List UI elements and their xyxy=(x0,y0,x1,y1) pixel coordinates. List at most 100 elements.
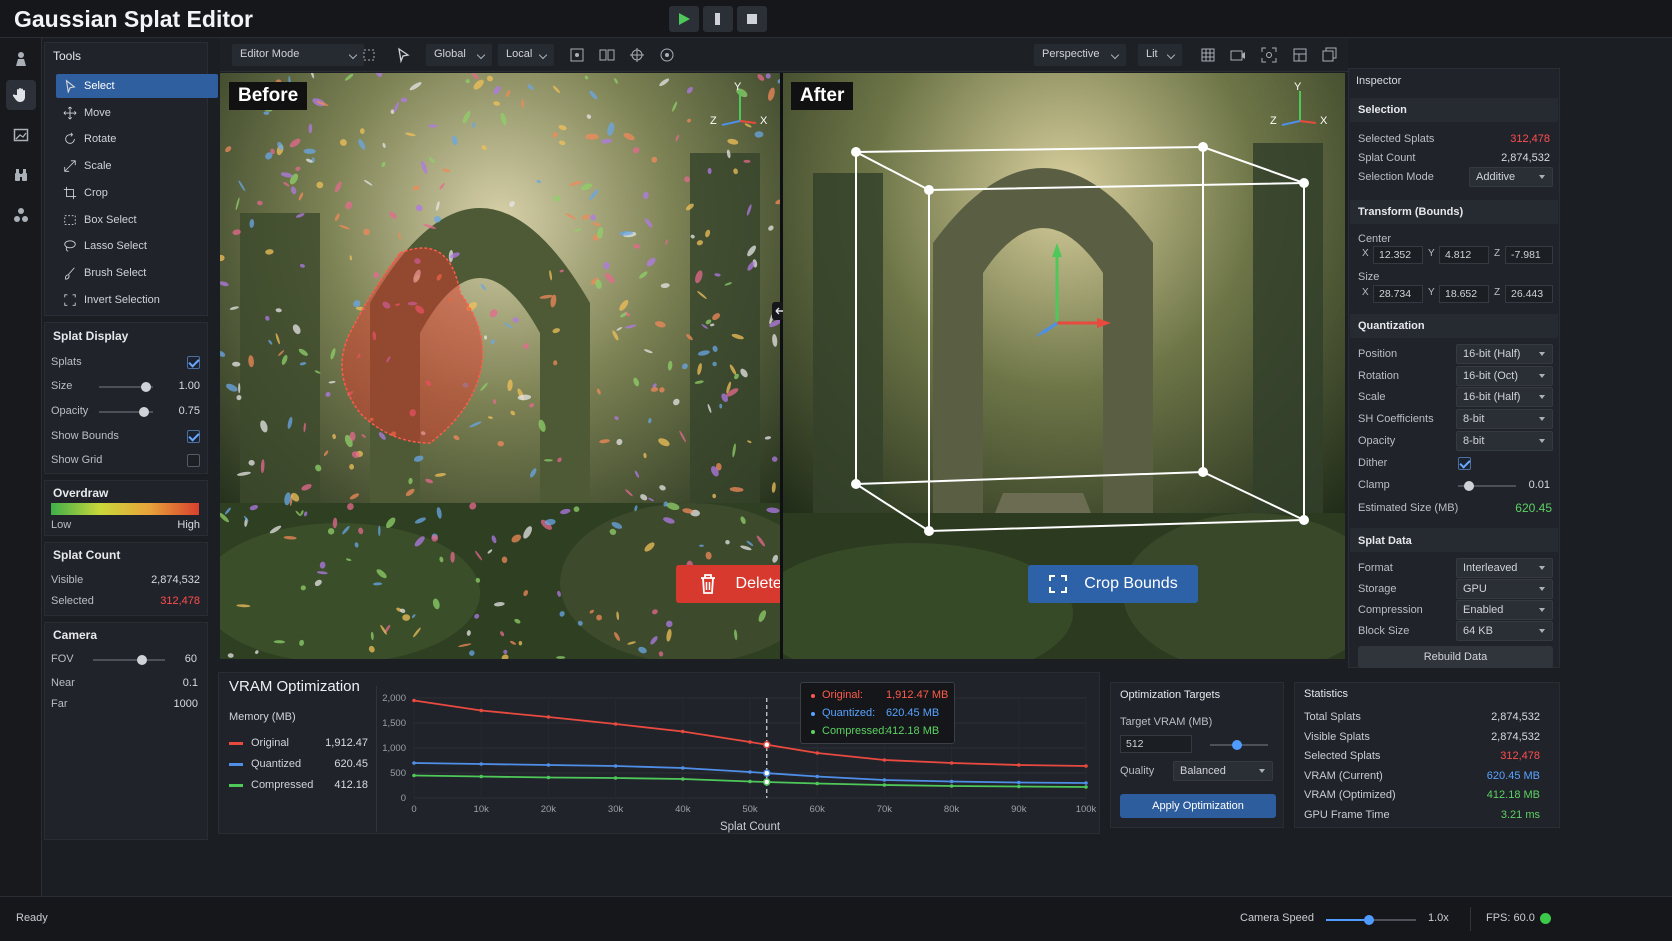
align-icon[interactable] xyxy=(598,46,616,64)
series-point-compressed xyxy=(1017,784,1021,789)
quantization-header: Quantization xyxy=(1358,320,1425,332)
pause-button[interactable] xyxy=(703,6,733,32)
size-y-input[interactable]: 18.652 xyxy=(1439,285,1489,303)
size-slider[interactable] xyxy=(99,382,153,392)
rotate-icon xyxy=(65,132,75,145)
nodes-tool[interactable] xyxy=(6,200,36,230)
sh-select[interactable]: 8-bit xyxy=(1456,409,1553,429)
series-point-quantized xyxy=(681,766,685,770)
selection-mode-select[interactable]: Additive xyxy=(1469,167,1553,187)
mode-option-icon[interactable] xyxy=(360,46,378,64)
projection-select[interactable]: Perspective xyxy=(1034,44,1126,66)
position-select[interactable]: 16-bit (Half) xyxy=(1456,344,1553,364)
grid-icon[interactable] xyxy=(1199,46,1217,64)
scale-select[interactable]: 16-bit (Half) xyxy=(1456,387,1553,407)
splats-checkbox[interactable] xyxy=(187,356,200,369)
center-z-input[interactable]: -7.981 xyxy=(1505,246,1553,264)
size-value: 1.00 xyxy=(178,380,200,392)
window-icon[interactable] xyxy=(1320,46,1338,64)
block-size-select[interactable]: 64 KB xyxy=(1456,621,1553,641)
show-bounds-checkbox[interactable] xyxy=(187,430,200,443)
tool-box-select[interactable]: Box Select xyxy=(56,208,218,232)
far-value: 1000 xyxy=(173,698,198,710)
play-button[interactable] xyxy=(669,6,699,32)
crop-bounds-button[interactable]: Crop Bounds xyxy=(1028,565,1198,603)
snap-icon[interactable] xyxy=(568,46,586,64)
tool-brush-select[interactable]: Brush Select xyxy=(56,261,218,285)
fov-slider[interactable] xyxy=(93,655,165,665)
tool-crop[interactable]: Crop xyxy=(56,181,218,205)
format-select[interactable]: Interleaved xyxy=(1456,558,1553,578)
cursor-marker-quantized xyxy=(763,769,771,777)
tool-lasso-select[interactable]: Lasso Select xyxy=(56,234,218,258)
size-x-input[interactable]: 28.734 xyxy=(1373,285,1423,303)
binoculars-tool[interactable] xyxy=(6,160,36,190)
target-vram-slider[interactable] xyxy=(1210,740,1268,750)
center-y-input[interactable]: 4.812 xyxy=(1439,246,1489,264)
center-x-input[interactable]: 12.352 xyxy=(1373,246,1423,264)
camera-icon[interactable] xyxy=(1229,46,1247,64)
rotation-select[interactable]: 16-bit (Oct) xyxy=(1456,366,1553,386)
nodes-icon xyxy=(14,208,28,222)
storage-select[interactable]: GPU xyxy=(1456,579,1553,599)
tool-label: Invert Selection xyxy=(84,293,160,306)
estimated-size-label: Estimated Size (MB) xyxy=(1358,502,1459,514)
apply-optimization-button[interactable]: Apply Optimization xyxy=(1120,794,1276,818)
series-point-compressed xyxy=(681,777,685,781)
center-x-label: X xyxy=(1362,248,1369,259)
opacity-quant-select[interactable]: 8-bit xyxy=(1456,431,1553,451)
sh-label: SH Coefficients xyxy=(1358,413,1434,425)
global-space-select[interactable]: Global xyxy=(426,44,492,66)
delete-selected-button[interactable]: Delete Selected xyxy=(676,565,780,603)
camera-header: Camera xyxy=(53,628,98,642)
tool-scale[interactable]: Scale xyxy=(56,154,218,178)
tooltip-value: 412.18 MB xyxy=(886,725,940,737)
network-icon[interactable] xyxy=(658,46,676,64)
camera-speed-slider[interactable] xyxy=(1326,915,1416,925)
y-tick-label: 1,000 xyxy=(382,743,406,754)
cursor-toolbar-icon[interactable] xyxy=(394,46,412,64)
tool-move[interactable]: Move xyxy=(56,101,218,125)
after-viewport[interactable]: After Y Z X Crop Bounds xyxy=(783,73,1345,659)
clamp-slider[interactable] xyxy=(1458,481,1516,491)
splat-count-header: Splat Count xyxy=(53,548,121,562)
stop-button[interactable] xyxy=(737,6,767,32)
editor-mode-select[interactable]: Editor Mode xyxy=(232,44,364,66)
tool-rotate[interactable]: Rotate xyxy=(56,127,218,151)
image-tool[interactable] xyxy=(6,120,36,150)
series-point-original xyxy=(882,758,887,762)
vram-header: VRAM Optimization xyxy=(229,678,360,695)
lasso-icon xyxy=(64,240,76,252)
opacity-slider[interactable] xyxy=(99,407,153,417)
overdraw-gradient xyxy=(51,503,199,515)
series-point-original xyxy=(1017,763,1021,767)
splat-data-header: Splat Data xyxy=(1358,535,1412,547)
tool-select[interactable]: Select xyxy=(56,74,218,98)
vram-chart[interactable]: 0 500 1,000 1,500 2,000 0 10k 20k 30k 40k 50k 60k 70… xyxy=(378,684,1100,834)
size-z-input[interactable]: 26.443 xyxy=(1505,285,1553,303)
tool-label: Crop xyxy=(84,186,108,199)
camera-speed-value: 1.0x xyxy=(1428,912,1449,924)
compression-select[interactable]: Enabled xyxy=(1456,600,1553,620)
visible-value: 2,874,532 xyxy=(151,574,200,586)
show-grid-checkbox[interactable] xyxy=(187,454,200,467)
layout-icon[interactable] xyxy=(1291,46,1309,64)
person-tool[interactable] xyxy=(6,44,36,74)
scale-label: Scale xyxy=(1358,391,1386,403)
series-point-quantized xyxy=(479,762,483,766)
focus-icon[interactable] xyxy=(1260,46,1278,64)
before-viewport[interactable]: Before Y Z X Delete Selected xyxy=(220,73,780,659)
series-point-original xyxy=(613,722,618,726)
dither-checkbox[interactable] xyxy=(1458,457,1471,470)
tool-invert-selection[interactable]: Invert Selection xyxy=(56,288,218,312)
hand-tool[interactable] xyxy=(6,80,36,110)
local-space-select[interactable]: Local xyxy=(498,44,554,66)
shading-select[interactable]: Lit xyxy=(1138,44,1182,66)
pivot-icon[interactable] xyxy=(628,46,646,64)
target-vram-input[interactable]: 512 xyxy=(1120,735,1192,753)
splat-count-label: Splat Count xyxy=(1358,152,1416,164)
stat-label: GPU Frame Time xyxy=(1304,809,1390,821)
rebuild-data-button[interactable]: Rebuild Data xyxy=(1358,646,1553,668)
person-icon xyxy=(16,52,26,66)
quality-select[interactable]: Balanced xyxy=(1173,761,1273,781)
